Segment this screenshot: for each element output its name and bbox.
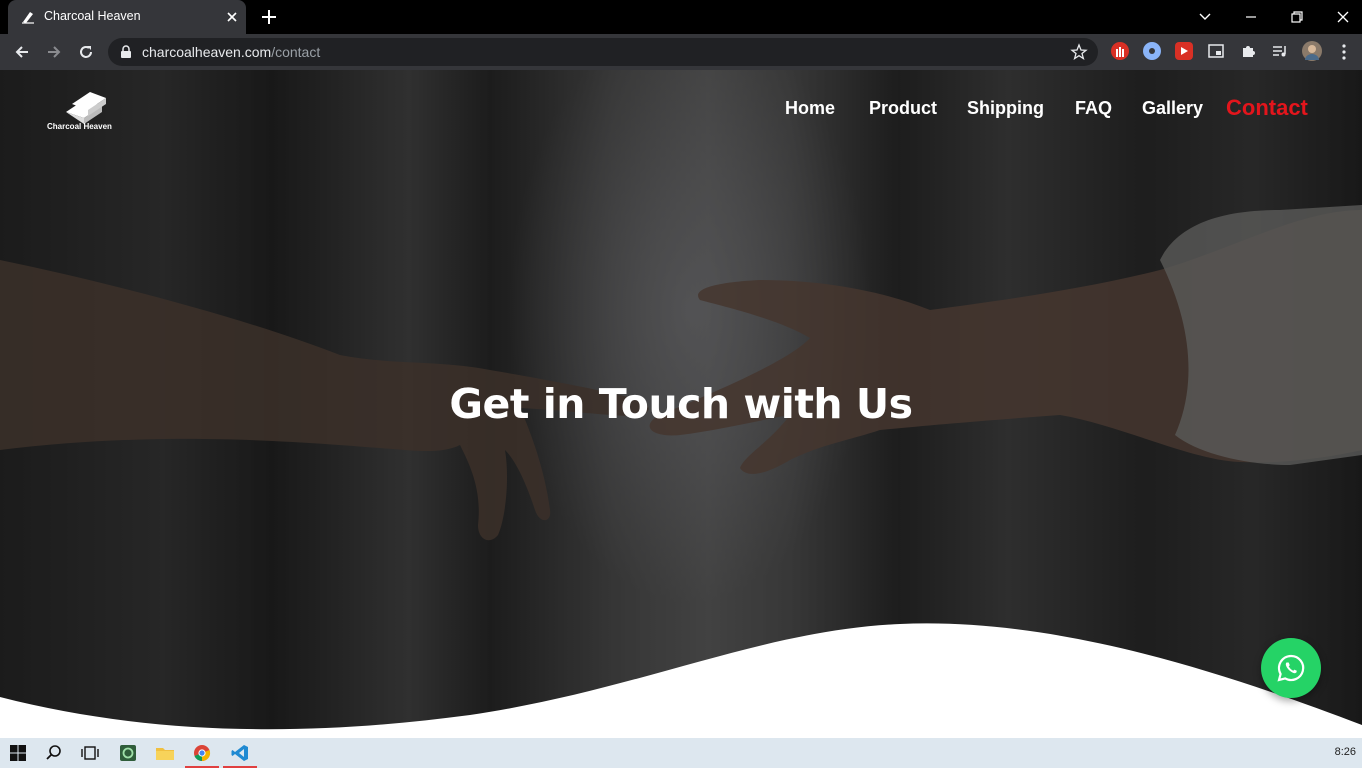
logo-text: Charcoal Heaven <box>47 122 112 131</box>
browser-toolbar: charcoalheaven.com/contact <box>0 34 1362 70</box>
windows-taskbar: 8:26 <box>0 738 1362 768</box>
file-explorer-icon[interactable] <box>154 743 176 763</box>
picture-in-picture-icon[interactable] <box>1207 42 1225 60</box>
nav-faq[interactable]: FAQ <box>1075 98 1112 119</box>
close-tab-icon[interactable] <box>224 9 240 25</box>
app-icon[interactable] <box>117 743 139 763</box>
lock-icon <box>121 45 131 58</box>
media-icon[interactable] <box>1271 42 1289 60</box>
video-extension-icon[interactable] <box>1175 42 1193 60</box>
adblock-extension-icon[interactable] <box>1111 42 1129 60</box>
tab-title: Charcoal Heaven <box>44 9 141 23</box>
whatsapp-icon <box>1277 654 1305 682</box>
taskbar-clock: 8:26 <box>1334 746 1356 758</box>
puzzle-icon[interactable] <box>1239 42 1257 60</box>
nav-product[interactable]: Product <box>869 98 937 119</box>
windows-start-icon[interactable] <box>7 743 29 763</box>
extension-icon[interactable] <box>1143 42 1161 60</box>
chrome-icon[interactable] <box>191 743 213 763</box>
new-tab-icon[interactable] <box>260 8 278 26</box>
restore-icon[interactable] <box>1286 6 1308 28</box>
menu-kebab-icon[interactable] <box>1333 41 1355 63</box>
hero-wave-divider <box>0 623 1362 738</box>
whatsapp-chat-button[interactable] <box>1261 638 1321 698</box>
nav-shipping[interactable]: Shipping <box>967 98 1044 119</box>
browser-tabstrip: Charcoal Heaven <box>0 0 1362 34</box>
site-favicon-icon <box>22 12 34 24</box>
address-bar[interactable]: charcoalheaven.com/contact <box>108 38 1098 66</box>
back-icon[interactable] <box>11 41 33 63</box>
task-view-icon[interactable] <box>79 743 101 763</box>
reload-icon[interactable] <box>75 41 97 63</box>
hero-title: Get in Touch with Us <box>449 380 913 428</box>
minimize-icon[interactable] <box>1240 6 1262 28</box>
bookmark-star-icon[interactable] <box>1070 43 1088 61</box>
tab-search-icon[interactable] <box>1194 6 1216 28</box>
profile-avatar[interactable] <box>1302 41 1322 61</box>
web-page: Charcoal Heaven Home Product Shipping FA… <box>0 70 1362 738</box>
nav-home[interactable]: Home <box>785 98 835 119</box>
vscode-icon[interactable] <box>229 743 251 763</box>
close-window-icon[interactable] <box>1332 6 1354 28</box>
url-text: charcoalheaven.com/contact <box>142 44 321 60</box>
search-icon[interactable] <box>43 743 65 763</box>
nav-contact[interactable]: Contact <box>1226 95 1308 121</box>
nav-gallery[interactable]: Gallery <box>1142 98 1203 119</box>
browser-tab[interactable]: Charcoal Heaven <box>8 0 246 34</box>
forward-icon[interactable] <box>43 41 65 63</box>
